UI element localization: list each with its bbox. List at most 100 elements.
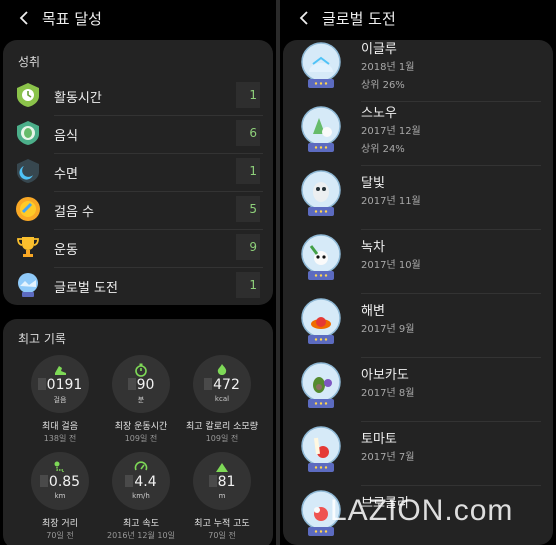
record-item[interactable]: 4.4 km/h 최고 속도 2016년 12월 10일 — [100, 452, 182, 545]
activity-time-icon — [15, 82, 41, 108]
record-label: 최장 운동시간 — [114, 422, 168, 432]
record-item[interactable]: 90 분 최장 운동시간 109일 전 — [100, 355, 182, 460]
redaction-blot — [39, 475, 48, 487]
record-item[interactable]: 81 m 최고 누적 고도 70일 전 — [181, 452, 263, 545]
goal-achievement-screen: 목표 달성 성취 활동시간 1 음식 6 수면 1 걸음 수 5 운동 9 글로… — [0, 0, 276, 545]
challenge-date: 2017년 8월 — [361, 388, 415, 399]
chevron-left-icon — [19, 11, 28, 25]
redaction-blot — [204, 378, 213, 390]
record-unit: 분 — [137, 396, 145, 404]
global-challenge-screen: 글로벌 도전 이글루 2018년 1월 상위 26% 스노우 2017년 12월… — [280, 0, 556, 545]
record-item[interactable]: 0191 걸음 최대 걸음 138일 전 — [19, 355, 101, 460]
record-value: 4.4 — [134, 474, 157, 490]
igloo-globe-icon — [299, 40, 343, 92]
achievement-row[interactable]: 운동 9 — [15, 230, 263, 268]
record-unit: m — [218, 492, 226, 500]
tomato-globe-icon — [299, 424, 343, 476]
challenge-date: 2017년 10월 — [361, 260, 421, 271]
panda-tea-globe-icon — [299, 232, 343, 284]
redaction-blot — [125, 475, 134, 487]
record-value: 472 — [213, 377, 240, 393]
achievements-card: 성취 활동시간 1 음식 6 수면 1 걸음 수 5 운동 9 글로벌 도전 1 — [3, 40, 273, 305]
record-date: 70일 전 — [46, 531, 74, 540]
page-title: 목표 달성 — [42, 9, 102, 28]
record-label: 최고 속도 — [123, 519, 159, 529]
challenge-list: 이글루 2018년 1월 상위 26% 스노우 2017년 12월 상위 24%… — [283, 40, 553, 545]
redaction-blot — [127, 378, 136, 390]
achievement-label: 글로벌 도전 — [54, 281, 118, 296]
record-unit: km — [54, 492, 66, 500]
flame-icon — [215, 362, 229, 376]
record-label: 최장 거리 — [42, 519, 78, 529]
stopwatch-icon — [134, 362, 148, 377]
achievement-label: 활동시간 — [54, 91, 102, 106]
challenge-row[interactable]: 토마토 2017년 7월 — [283, 422, 553, 486]
challenge-name: 해변 — [361, 304, 385, 319]
challenge-row[interactable]: 아보카도 2017년 8월 — [283, 358, 553, 422]
record-label: 최고 누적 고도 — [194, 519, 250, 529]
challenge-name: 이글루 — [361, 42, 397, 57]
mountain-icon — [215, 459, 229, 473]
record-item[interactable]: 472 kcal 최고 칼로리 소모량 109일 전 — [181, 355, 263, 460]
challenge-row[interactable]: 해변 2017년 9월 — [283, 294, 553, 358]
achievement-row[interactable]: 수면 1 — [15, 154, 263, 192]
challenge-name: 녹차 — [361, 240, 385, 255]
record-label: 최대 걸음 — [42, 422, 78, 432]
achievement-label: 음식 — [54, 129, 78, 144]
record-date: 109일 전 — [124, 434, 158, 443]
watermark: LAZION.com — [330, 494, 514, 527]
challenge-row[interactable]: 스노우 2017년 12월 상위 24% — [283, 102, 553, 166]
challenge-row[interactable]: 녹차 2017년 10월 — [283, 230, 553, 294]
record-unit: kcal — [214, 395, 230, 403]
achievement-row[interactable]: 음식 6 — [15, 116, 263, 154]
challenge-rank: 상위 24% — [361, 144, 405, 155]
header: 글로벌 도전 — [280, 0, 556, 36]
record-unit: 걸음 — [53, 396, 67, 404]
record-value: 0191 — [46, 377, 83, 393]
achievement-label: 운동 — [54, 243, 78, 258]
achievement-label: 걸음 수 — [54, 205, 95, 220]
challenge-date: 2018년 1월 — [361, 62, 415, 73]
beach-crab-globe-icon — [299, 296, 343, 348]
redaction-blot — [208, 475, 217, 487]
record-item[interactable]: 0.85 km 최장 거리 70일 전 — [19, 452, 101, 545]
record-date: 70일 전 — [208, 531, 236, 540]
back-button[interactable] — [14, 7, 36, 29]
achievement-row[interactable]: 활동시간 1 — [15, 78, 263, 116]
snow-globe-icon — [299, 104, 343, 156]
header: 목표 달성 — [0, 0, 276, 36]
achievements-title: 성취 — [18, 55, 41, 69]
challenge-date: 2017년 7월 — [361, 452, 415, 463]
challenge-date: 2017년 11월 — [361, 196, 421, 207]
shoe-icon — [53, 362, 67, 376]
global-challenge-globe-icon — [15, 272, 41, 298]
achievement-row[interactable]: 글로벌 도전 1 — [15, 268, 263, 306]
challenge-name: 스노우 — [361, 106, 397, 121]
steps-medal-icon — [15, 196, 41, 222]
challenge-row[interactable]: 달빛 2017년 11월 — [283, 166, 553, 230]
achievement-count: 6 — [236, 120, 260, 146]
achievement-count: 1 — [236, 82, 260, 108]
challenge-date: 2017년 12월 — [361, 126, 421, 137]
owl-moon-globe-icon — [299, 168, 343, 220]
record-date: 138일 전 — [43, 434, 77, 443]
achievement-label: 수면 — [54, 167, 78, 182]
page-title: 글로벌 도전 — [322, 9, 396, 28]
achievement-count: 9 — [236, 234, 260, 260]
sleep-moon-icon — [15, 158, 41, 184]
challenge-name: 토마토 — [361, 432, 397, 447]
record-date: 2016년 12월 10일 — [107, 531, 175, 540]
chevron-left-icon — [299, 11, 308, 25]
route-pin-icon — [53, 459, 67, 473]
achievement-row[interactable]: 걸음 수 5 — [15, 192, 263, 230]
back-button[interactable] — [294, 7, 316, 29]
record-value: 81 — [217, 474, 236, 490]
challenge-name: 아보카도 — [361, 368, 409, 383]
records-title: 최고 기록 — [18, 332, 66, 346]
record-label: 최고 칼로리 소모량 — [186, 422, 258, 432]
record-date: 109일 전 — [205, 434, 239, 443]
food-shield-icon — [15, 120, 41, 146]
challenge-name: 달빛 — [361, 176, 385, 191]
speedometer-icon — [134, 459, 148, 473]
challenge-row[interactable]: 이글루 2018년 1월 상위 26% — [283, 40, 553, 102]
